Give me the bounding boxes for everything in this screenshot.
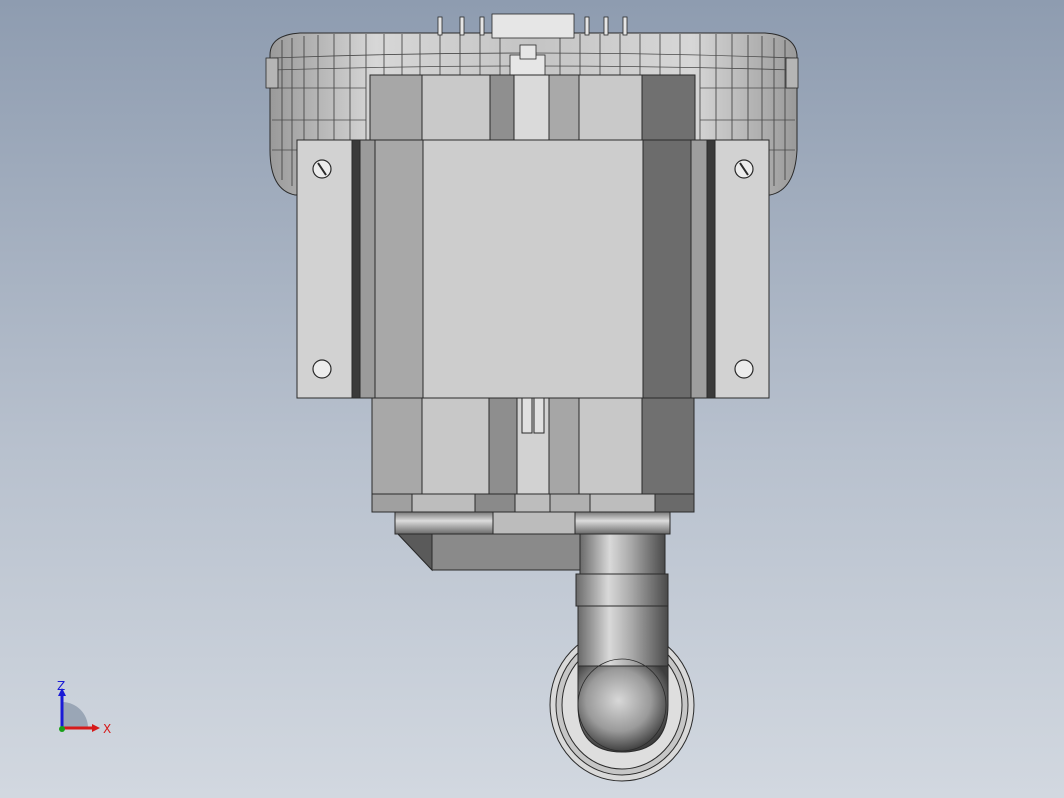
motor-body (296, 139, 770, 399)
triad-plane (62, 702, 88, 728)
lower-housing (371, 397, 695, 513)
axis-triad: Z X (57, 679, 111, 736)
y-axis-dot-icon (59, 726, 65, 732)
x-axis-label: X (103, 722, 111, 736)
elbow-pipe (549, 533, 695, 782)
z-axis-label: Z (57, 679, 65, 693)
x-axis-arrow-icon (92, 724, 100, 732)
graphics-viewport[interactable]: Z X (0, 0, 1064, 798)
upper-housing (369, 74, 696, 141)
blower-model[interactable] (0, 0, 1064, 798)
